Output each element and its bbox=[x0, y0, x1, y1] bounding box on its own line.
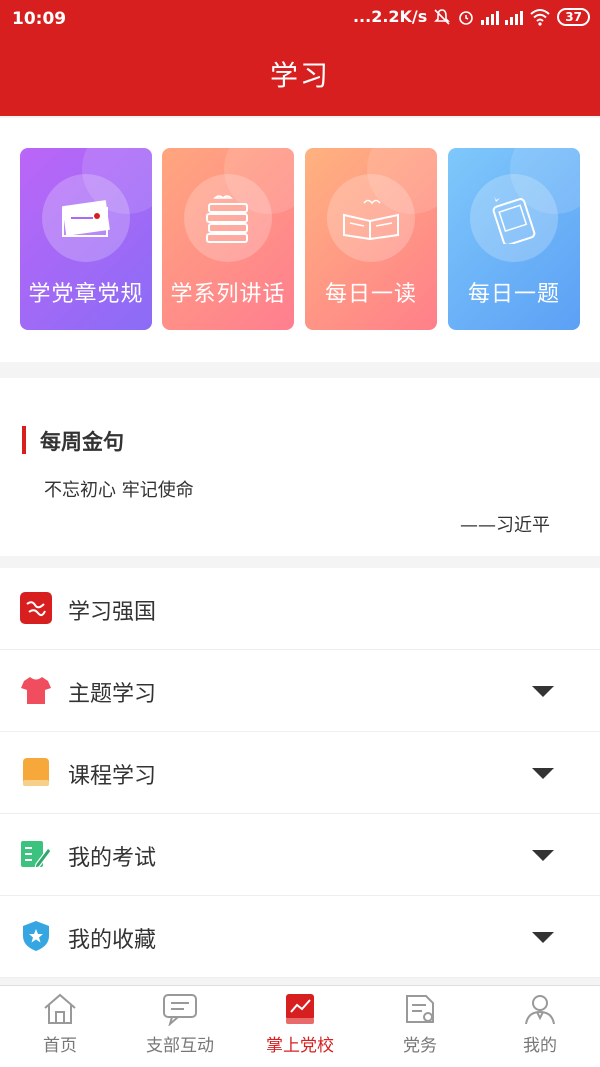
menu-item-label: 学习强国 bbox=[68, 600, 157, 625]
section-accent-bar bbox=[22, 426, 26, 454]
tab-mine[interactable]: 我的 bbox=[480, 986, 600, 1067]
tab-label: 支部互动 bbox=[146, 1036, 214, 1056]
bottom-tab-bar: 首页 支部互动 掌上党校 党务 我的 bbox=[0, 985, 600, 1067]
card-daily-read[interactable]: 每日一读 bbox=[305, 148, 437, 330]
tab-label: 我的 bbox=[523, 1036, 557, 1056]
user-icon bbox=[525, 995, 555, 1025]
chat-icon bbox=[163, 994, 197, 1026]
page-title: 学习 bbox=[269, 59, 330, 92]
status-bar: 10:09 ...2.2K/s 37 bbox=[0, 0, 600, 38]
menu-item-course-study[interactable]: 课程学习 bbox=[0, 732, 600, 814]
card-daily-question[interactable]: 每日一题 bbox=[448, 148, 580, 330]
exam-icon bbox=[21, 841, 52, 869]
home-icon bbox=[44, 993, 76, 1024]
tab-label: 首页 bbox=[43, 1036, 77, 1056]
menu-item-my-favorites[interactable]: 我的收藏 bbox=[0, 896, 600, 978]
card-icon-circle bbox=[327, 174, 415, 262]
menu-item-label: 课程学习 bbox=[68, 764, 157, 789]
signal-2-icon bbox=[505, 9, 524, 25]
chevron-down-icon[interactable] bbox=[532, 932, 554, 943]
study-menu: 学习强国 主题学习 课程学习 我的考试 我的收藏 bbox=[0, 568, 600, 978]
app-bar: 学习 bbox=[0, 38, 600, 116]
shield-star-icon bbox=[23, 921, 49, 951]
status-time: 10:09 bbox=[12, 9, 67, 29]
wifi-icon bbox=[530, 8, 550, 26]
menu-item-xuexi-qiangguo[interactable]: 学习强国 bbox=[0, 568, 600, 650]
menu-item-label: 主题学习 bbox=[68, 682, 157, 707]
xuexi-logo-icon bbox=[20, 592, 52, 624]
menu-item-theme-study[interactable]: 主题学习 bbox=[0, 650, 600, 732]
chevron-down-icon[interactable] bbox=[532, 768, 554, 779]
card-icon-circle bbox=[184, 174, 272, 262]
book-stack-icon bbox=[62, 200, 110, 237]
mute-bell-icon bbox=[434, 8, 451, 25]
battery-indicator: 37 bbox=[557, 7, 590, 26]
tab-label: 掌上党校 bbox=[266, 1036, 334, 1056]
quote-author: ——习近平 bbox=[460, 515, 550, 536]
open-book-icon bbox=[343, 199, 399, 241]
phone-icon bbox=[492, 196, 536, 244]
alarm-icon bbox=[459, 10, 474, 25]
signal-icon bbox=[481, 9, 500, 25]
tab-party-school[interactable]: 掌上党校 bbox=[240, 986, 360, 1067]
chart-book-icon bbox=[286, 994, 314, 1024]
card-label: 每日一读 bbox=[324, 282, 417, 307]
book-icon bbox=[23, 758, 49, 786]
card-label: 学系列讲话 bbox=[170, 282, 286, 307]
category-cards: 学党章党规 学系列讲话 每日一读 每日一题 bbox=[0, 118, 600, 362]
weekly-quote-section: 每周金句 不忘初心 牢记使命 ——习近平 bbox=[0, 378, 600, 556]
card-label: 每日一题 bbox=[467, 282, 560, 307]
network-speed: ...2.2K/s bbox=[352, 7, 428, 26]
card-label: 学党章党规 bbox=[28, 282, 144, 307]
status-indicators: ...2.2K/s 37 bbox=[353, 7, 590, 26]
tab-party-affairs[interactable]: 党务 bbox=[360, 986, 480, 1067]
card-party-rules[interactable]: 学党章党规 bbox=[20, 148, 152, 330]
card-series-speeches[interactable]: 学系列讲话 bbox=[162, 148, 294, 330]
card-icon-circle bbox=[470, 174, 558, 262]
tab-branch-interaction[interactable]: 支部互动 bbox=[120, 986, 240, 1067]
section-title: 每周金句 bbox=[40, 430, 124, 454]
document-icon bbox=[406, 995, 434, 1023]
chevron-down-icon[interactable] bbox=[532, 850, 554, 861]
shirt-icon bbox=[21, 677, 51, 704]
chevron-down-icon[interactable] bbox=[532, 686, 554, 697]
card-icon-circle bbox=[42, 174, 130, 262]
menu-item-label: 我的考试 bbox=[68, 846, 157, 871]
menu-item-label: 我的收藏 bbox=[68, 928, 157, 953]
books-icon bbox=[206, 195, 248, 243]
quote-text: 不忘初心 牢记使命 bbox=[44, 480, 194, 501]
tab-label: 党务 bbox=[403, 1036, 437, 1056]
tab-home[interactable]: 首页 bbox=[0, 986, 120, 1067]
menu-item-my-exams[interactable]: 我的考试 bbox=[0, 814, 600, 896]
